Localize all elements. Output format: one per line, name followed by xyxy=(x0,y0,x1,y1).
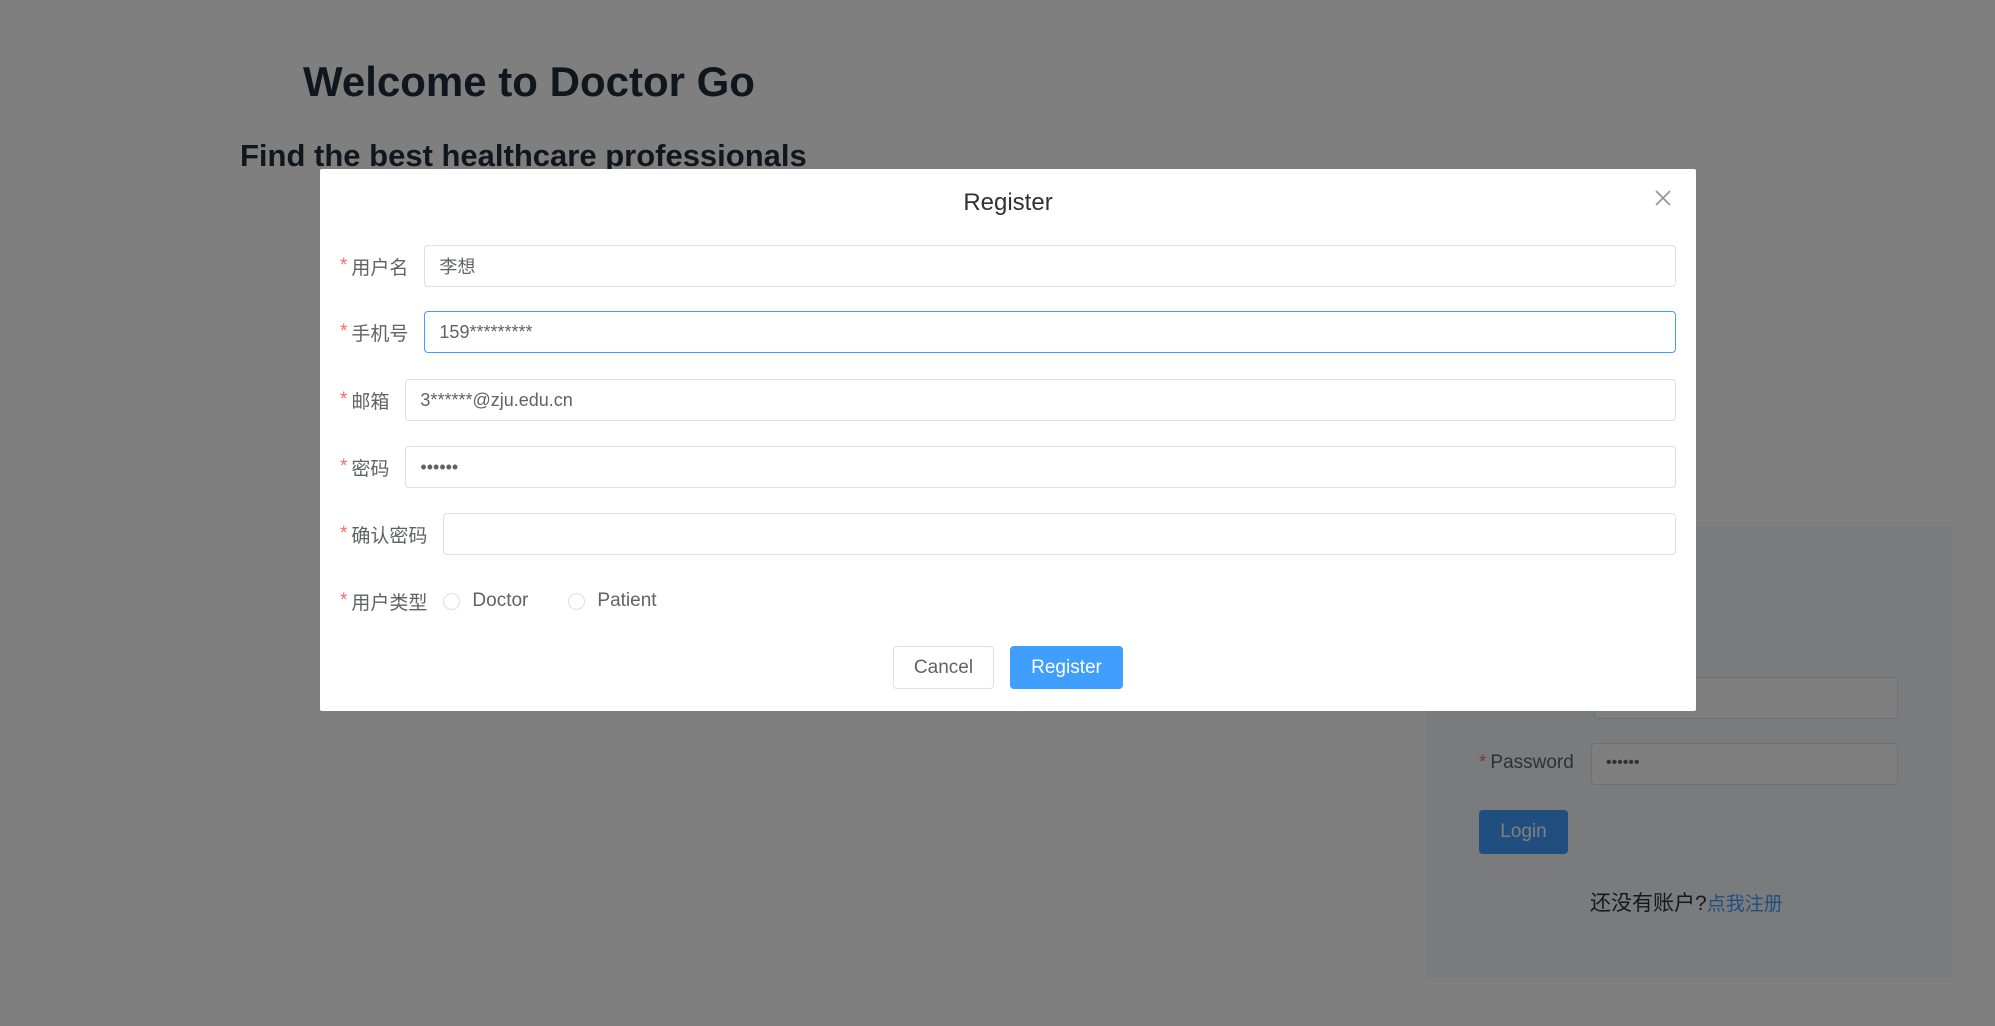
radio-patient-label: Patient xyxy=(597,590,657,611)
required-mark: * xyxy=(340,523,348,544)
radio-circle[interactable] xyxy=(568,592,586,610)
password-row: * 密码 xyxy=(340,446,1676,488)
email-label: * 邮箱 xyxy=(340,387,405,414)
password-input[interactable] xyxy=(405,446,1676,488)
username-input[interactable] xyxy=(424,245,1676,287)
radio-doctor-label: Doctor xyxy=(472,590,529,611)
radio-doctor[interactable]: Doctor xyxy=(443,590,528,612)
required-mark: * xyxy=(340,389,348,410)
user-type-label-text: 用户类型 xyxy=(351,592,428,614)
radio-circle[interactable] xyxy=(443,592,461,610)
dialog-footer: Cancel Register xyxy=(320,646,1696,689)
user-type-row: * 用户类型 Doctor Patient xyxy=(340,580,1676,622)
close-icon[interactable] xyxy=(1652,187,1674,209)
username-row: * 用户名 xyxy=(340,245,1676,287)
username-label: * 用户名 xyxy=(340,253,424,280)
radio-patient[interactable]: Patient xyxy=(568,590,657,612)
phone-input[interactable] xyxy=(424,311,1676,353)
dialog-title: Register xyxy=(963,189,1053,216)
phone-label-text: 手机号 xyxy=(351,323,409,345)
confirm-password-row: * 确认密码 xyxy=(340,513,1676,555)
register-button[interactable]: Register xyxy=(1010,646,1123,689)
email-row: * 邮箱 xyxy=(340,379,1676,421)
confirm-password-input[interactable] xyxy=(443,513,1676,555)
required-mark: * xyxy=(340,321,348,342)
email-label-text: 邮箱 xyxy=(351,391,390,413)
username-label-text: 用户名 xyxy=(351,257,409,279)
required-mark: * xyxy=(340,456,348,477)
required-mark: * xyxy=(340,590,348,611)
email-input[interactable] xyxy=(405,379,1676,421)
user-type-label: * 用户类型 xyxy=(340,588,443,615)
required-mark: * xyxy=(340,255,348,276)
register-dialog: Register *用户名 *手机号 *邮箱 *密码 *确认密码 *用户类型 D… xyxy=(320,169,1696,711)
user-type-radio-group: Doctor Patient xyxy=(443,590,696,612)
confirm-password-label-text: 确认密码 xyxy=(351,525,428,547)
password-label: * 密码 xyxy=(340,454,405,481)
confirm-password-label: * 确认密码 xyxy=(340,521,443,548)
password-label-text: 密码 xyxy=(351,458,390,480)
phone-row: * 手机号 xyxy=(340,311,1676,353)
cancel-button[interactable]: Cancel xyxy=(893,646,994,689)
phone-label: * 手机号 xyxy=(340,319,424,346)
